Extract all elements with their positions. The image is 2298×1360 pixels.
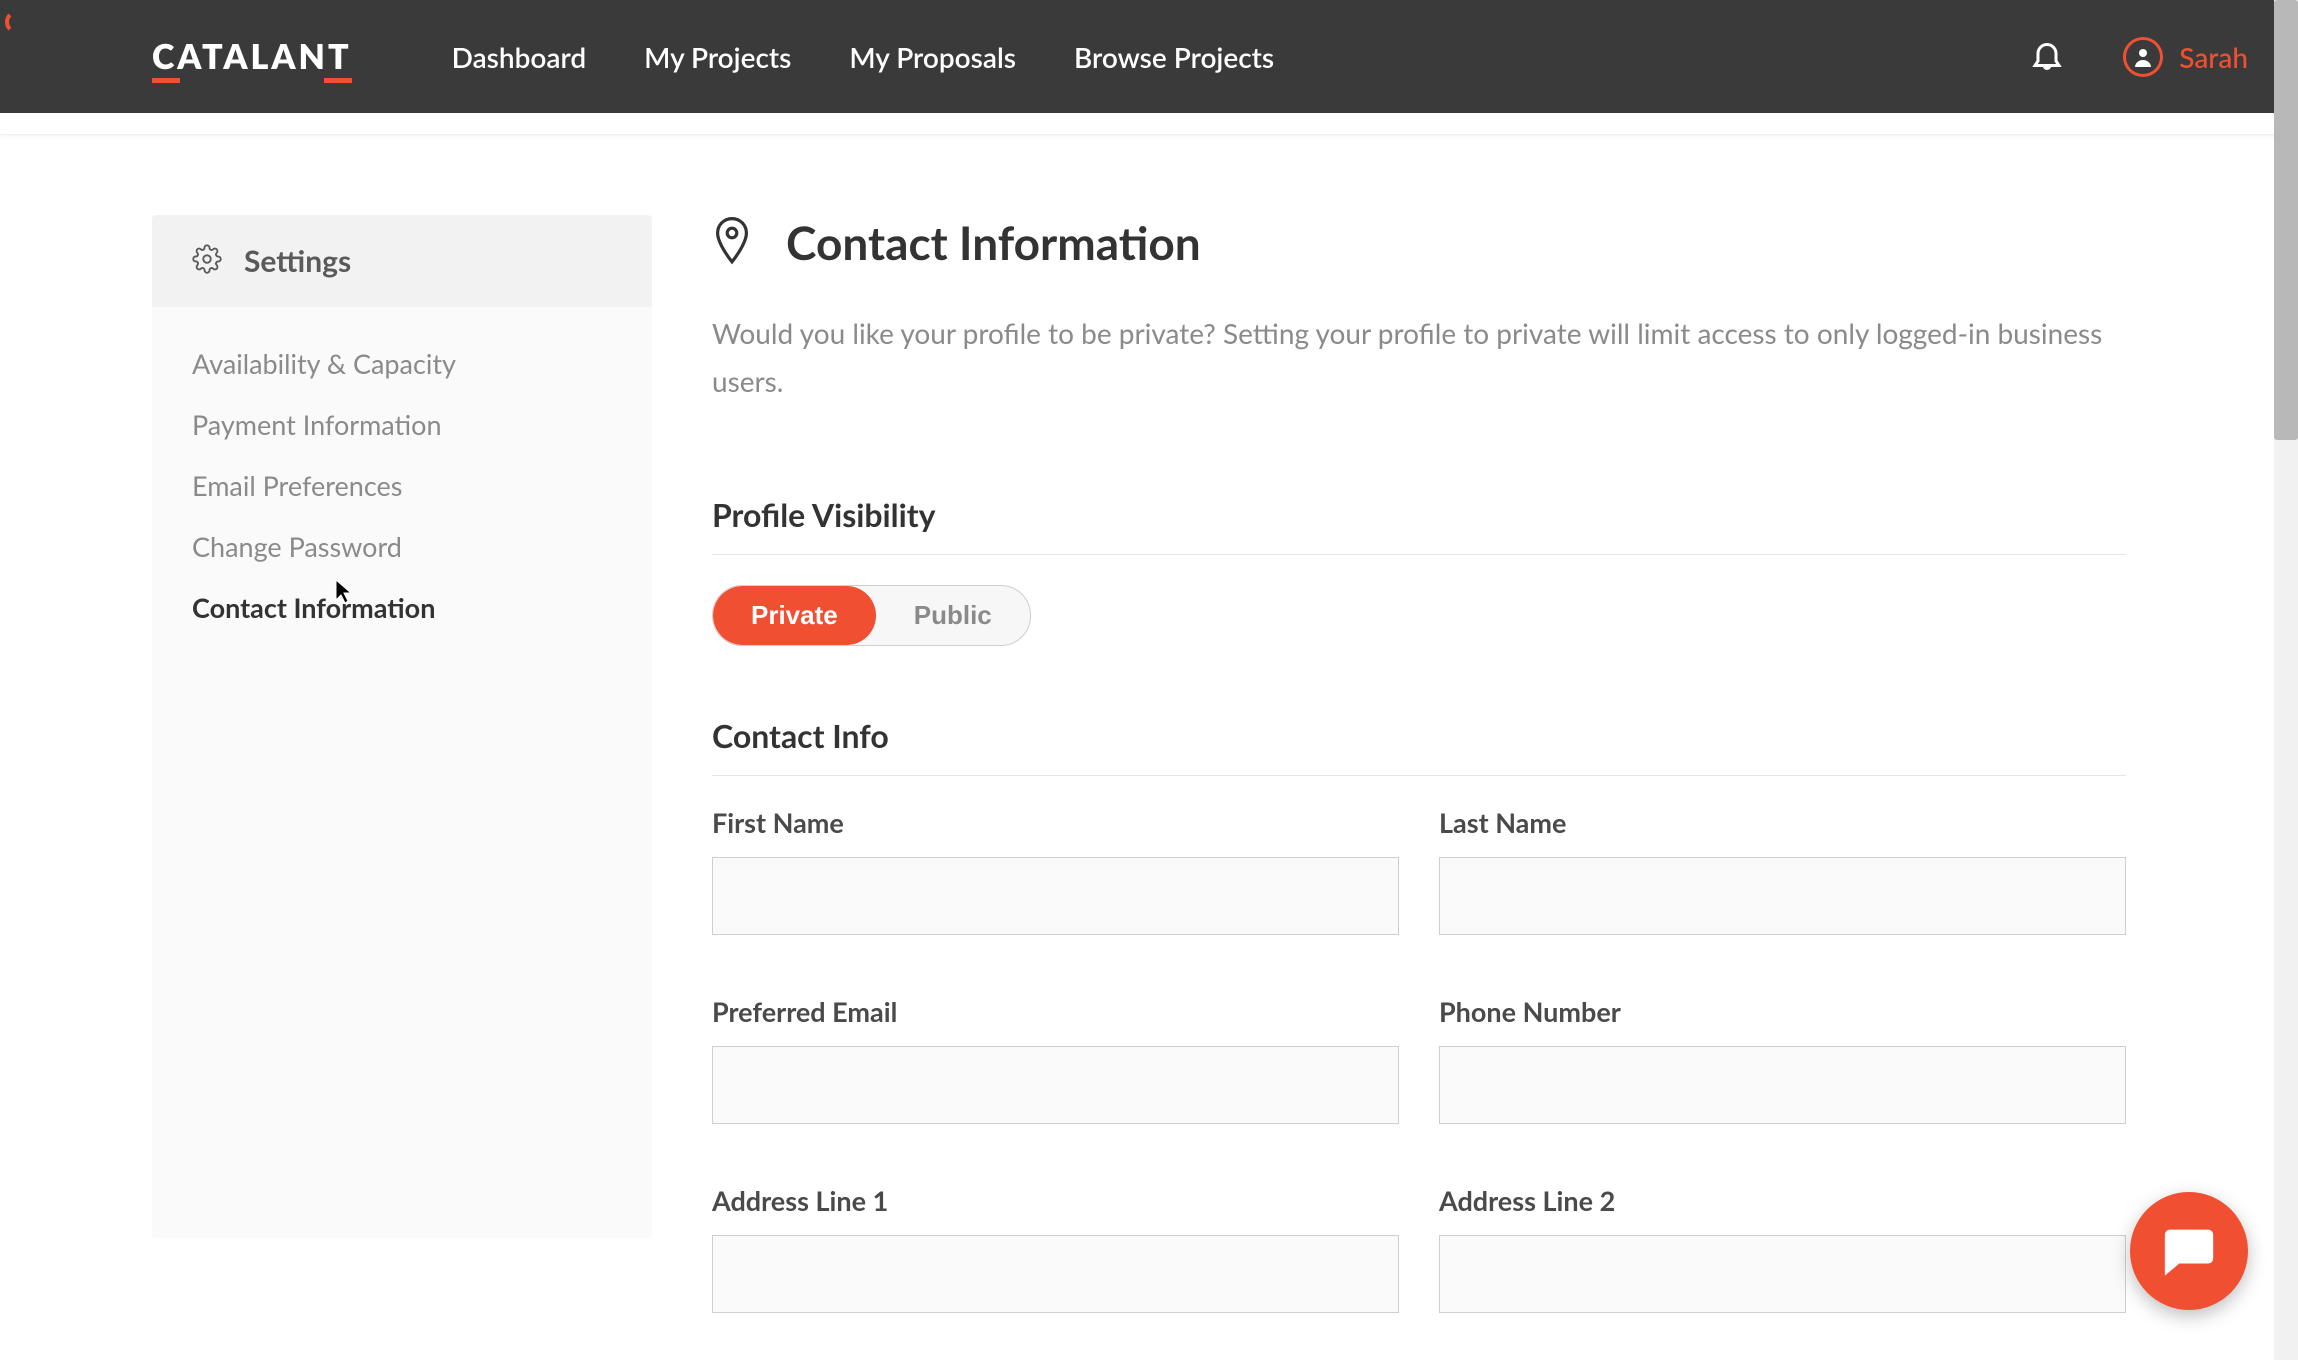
nav-item-my-proposals[interactable]: My Proposals bbox=[849, 40, 1016, 74]
label-first-name: First Name bbox=[712, 806, 1399, 839]
label-address-line-1: Address Line 1 bbox=[712, 1184, 1399, 1217]
label-phone-number: Phone Number bbox=[1439, 995, 2126, 1028]
notifications-icon[interactable] bbox=[2029, 37, 2065, 77]
label-last-name: Last Name bbox=[1439, 806, 2126, 839]
scrollbar-thumb[interactable] bbox=[2274, 0, 2298, 440]
field-address-line-1: Address Line 1 bbox=[712, 1184, 1399, 1313]
nav-item-dashboard[interactable]: Dashboard bbox=[452, 40, 586, 74]
user-menu[interactable]: Sarah bbox=[2123, 37, 2248, 77]
label-preferred-email: Preferred Email bbox=[712, 995, 1399, 1028]
location-pin-icon bbox=[712, 217, 752, 269]
chat-widget-button[interactable] bbox=[2130, 1192, 2248, 1310]
main-content: Contact Information Would you like your … bbox=[712, 215, 2146, 1313]
sidebar-item-payment[interactable]: Payment Information bbox=[192, 394, 612, 455]
field-phone-number: Phone Number bbox=[1439, 995, 2126, 1124]
nav-item-my-projects[interactable]: My Projects bbox=[644, 40, 791, 74]
main-nav: Dashboard My Projects My Proposals Brows… bbox=[452, 40, 1274, 74]
loading-spinner-icon bbox=[5, 10, 29, 34]
input-preferred-email[interactable] bbox=[712, 1046, 1399, 1124]
field-preferred-email: Preferred Email bbox=[712, 995, 1399, 1124]
app-header: CATALANT Dashboard My Projects My Propos… bbox=[0, 0, 2298, 113]
scrollbar[interactable] bbox=[2274, 0, 2298, 1360]
user-name: Sarah bbox=[2179, 40, 2248, 74]
sidebar-item-change-password[interactable]: Change Password bbox=[192, 516, 612, 577]
avatar-icon bbox=[2123, 37, 2163, 77]
nav-item-browse-projects[interactable]: Browse Projects bbox=[1074, 40, 1274, 74]
sidebar-item-email-preferences[interactable]: Email Preferences bbox=[192, 455, 612, 516]
sidebar-title: Settings bbox=[244, 243, 351, 279]
page-title: Contact Information bbox=[786, 215, 1201, 270]
visibility-toggle: Private Public bbox=[712, 585, 1031, 646]
input-phone-number[interactable] bbox=[1439, 1046, 2126, 1124]
header-shadow bbox=[0, 113, 2298, 135]
label-address-line-2: Address Line 2 bbox=[1439, 1184, 2126, 1217]
input-address-line-1[interactable] bbox=[712, 1235, 1399, 1313]
section-contact-info: Contact Info bbox=[712, 716, 2126, 776]
settings-sidebar: Settings Availability & Capacity Payment… bbox=[152, 215, 652, 1313]
chat-icon bbox=[2160, 1220, 2218, 1282]
field-first-name: First Name bbox=[712, 806, 1399, 935]
input-first-name[interactable] bbox=[712, 857, 1399, 935]
section-profile-visibility: Profile Visibility bbox=[712, 495, 2126, 555]
visibility-option-public[interactable]: Public bbox=[876, 586, 1030, 645]
sidebar-item-contact-information[interactable]: Contact Information bbox=[192, 577, 612, 638]
visibility-option-private[interactable]: Private bbox=[713, 586, 876, 645]
page-description: Would you like your profile to be privat… bbox=[712, 310, 2112, 405]
sidebar-item-availability[interactable]: Availability & Capacity bbox=[192, 333, 612, 394]
input-address-line-2[interactable] bbox=[1439, 1235, 2126, 1313]
field-address-line-2: Address Line 2 bbox=[1439, 1184, 2126, 1313]
gear-icon bbox=[192, 244, 222, 278]
sidebar-header: Settings bbox=[152, 215, 652, 307]
field-last-name: Last Name bbox=[1439, 806, 2126, 935]
input-last-name[interactable] bbox=[1439, 857, 2126, 935]
brand-logo[interactable]: CATALANT bbox=[152, 36, 352, 77]
